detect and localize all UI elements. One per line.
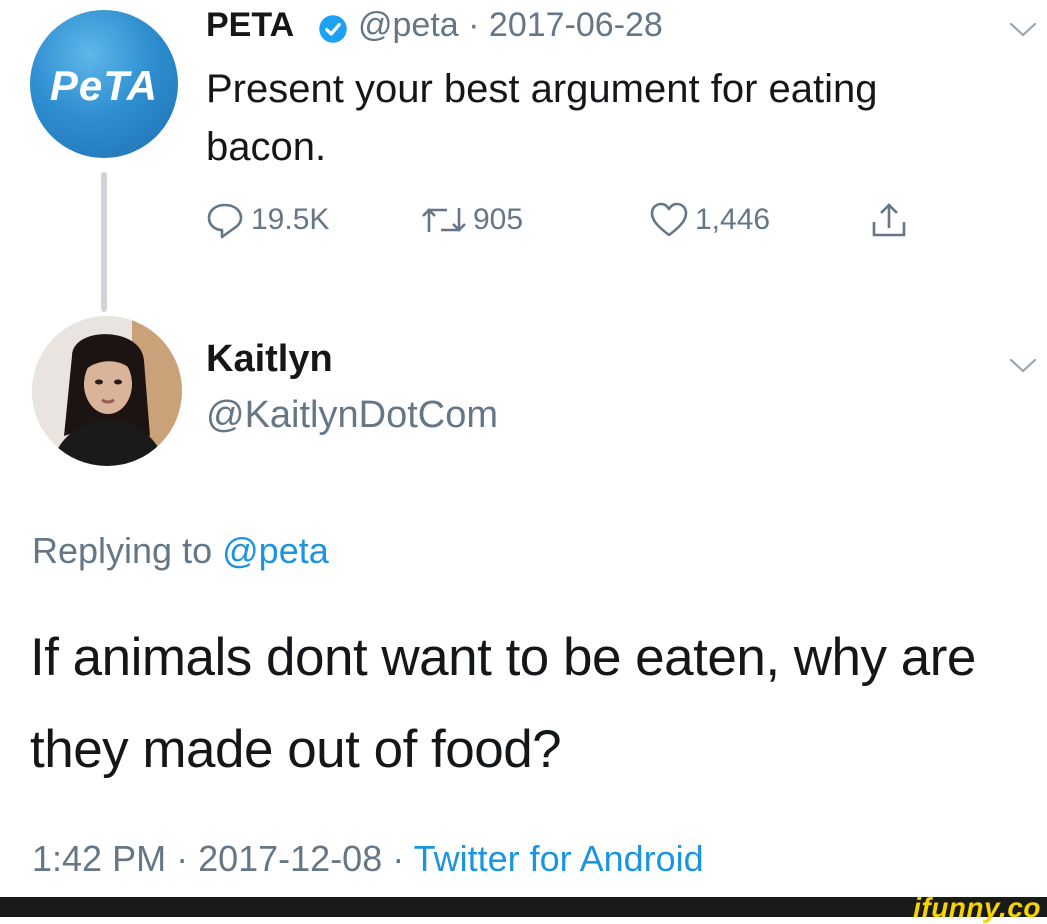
separator-dot: · — [382, 838, 414, 879]
tweet-action-bar: 19.5K 905 1,446 — [205, 200, 945, 254]
tweet-source-link[interactable]: Twitter for Android — [414, 838, 704, 879]
peta-tweet-date[interactable]: 2017-06-28 — [489, 6, 663, 44]
reply-time[interactable]: 1:42 PM — [32, 838, 166, 879]
reply-timestamp-line: 1:42 PM · 2017-12-08 · Twitter for Andro… — [32, 838, 704, 880]
peta-avatar[interactable]: PeTA — [30, 10, 178, 158]
reply-button[interactable]: 19.5K — [205, 200, 329, 240]
peta-handle-date: @peta · 2017-06-28 — [358, 6, 663, 45]
like-button[interactable]: 1,446 — [649, 200, 770, 240]
kaitlyn-handle[interactable]: @KaitlynDotCom — [206, 394, 498, 437]
verified-badge-icon — [319, 15, 347, 43]
peta-display-name[interactable]: PETA — [206, 6, 294, 45]
retweet-count: 905 — [473, 203, 524, 236]
ifunny-watermark: ifunny.co — [913, 892, 1041, 923]
peta-handle[interactable]: @peta — [358, 6, 459, 44]
chevron-down-icon[interactable] — [1008, 20, 1038, 40]
peta-avatar-logo-text: PeTA — [49, 62, 159, 109]
retweet-icon — [422, 208, 466, 232]
share-icon — [872, 203, 906, 237]
like-icon — [650, 202, 688, 237]
reply-count: 19.5K — [251, 203, 330, 236]
chevron-down-icon[interactable] — [1008, 356, 1038, 376]
thread-connector-line — [101, 172, 107, 312]
kaitlyn-display-name[interactable]: Kaitlyn — [206, 338, 333, 381]
retweet-button[interactable]: 905 — [421, 200, 523, 240]
reply-tweet-text: If animals dont want to be eaten, why ar… — [30, 628, 976, 779]
separator-dot: · — [166, 838, 199, 879]
avatar-photo — [32, 316, 182, 466]
replying-to-label: Replying to — [32, 530, 213, 571]
separator-dot: · — [458, 6, 489, 44]
replying-to-mention[interactable]: @peta — [222, 530, 329, 571]
reply-icon — [207, 203, 243, 239]
watermark-bar — [0, 897, 1047, 917]
like-count: 1,446 — [695, 203, 771, 236]
kaitlyn-avatar[interactable] — [32, 316, 182, 466]
peta-tweet-text: Present your best argument for eating ba… — [206, 67, 878, 169]
reply-date[interactable]: 2017-12-08 — [198, 838, 382, 879]
replying-to-line: Replying to @peta — [32, 530, 329, 572]
share-button[interactable] — [869, 200, 915, 240]
